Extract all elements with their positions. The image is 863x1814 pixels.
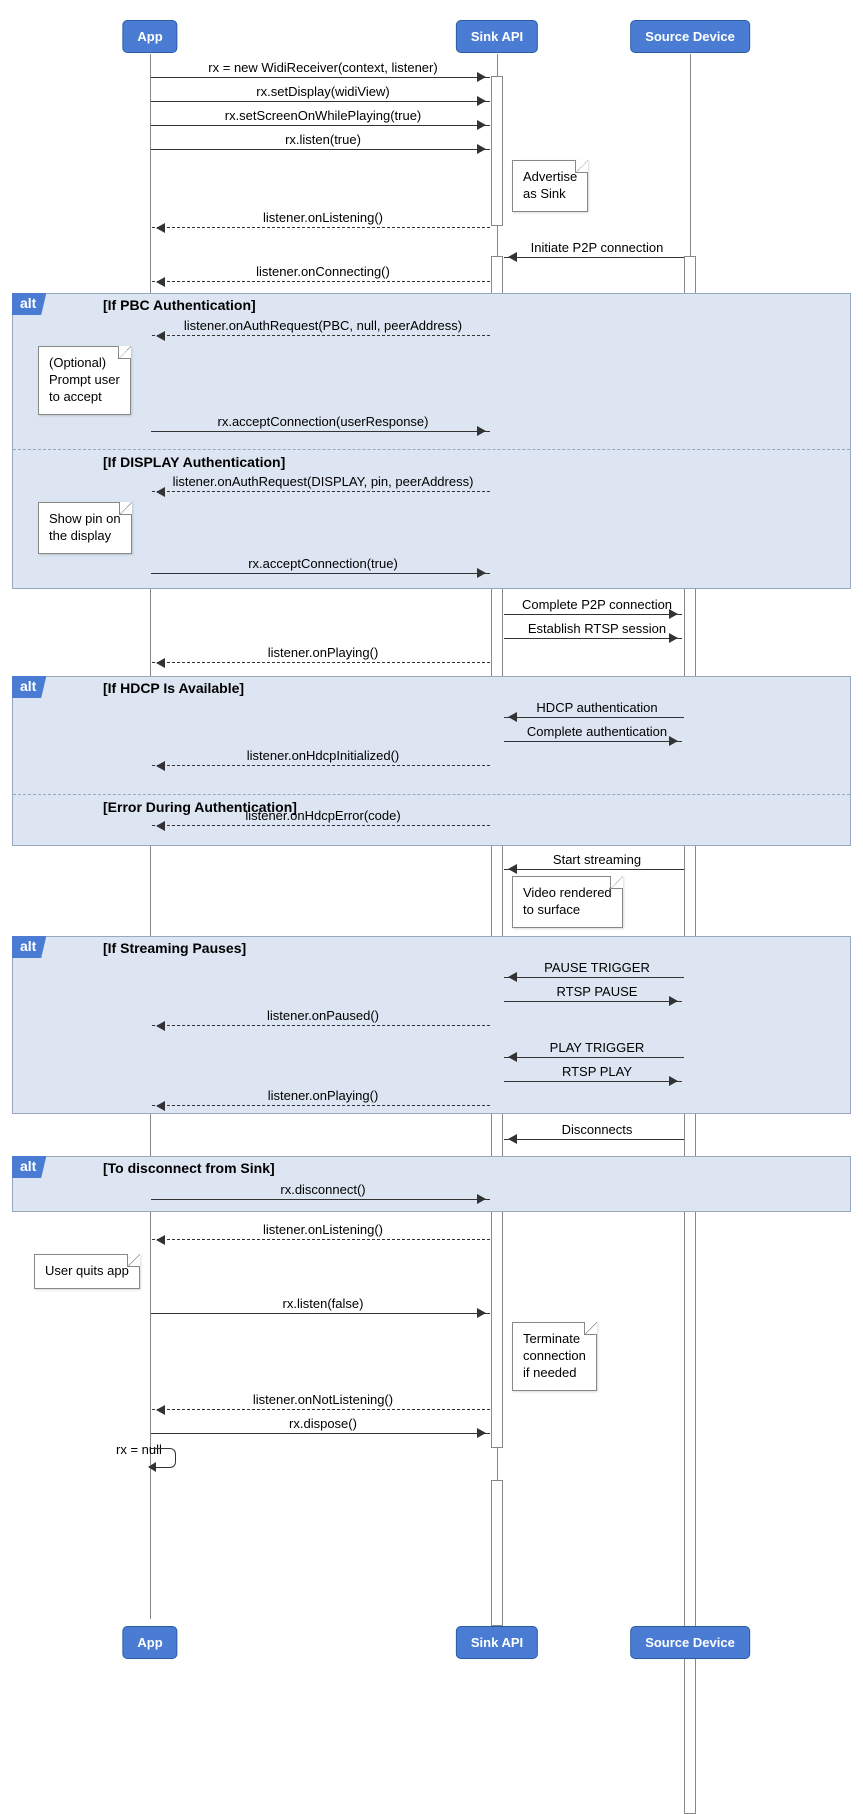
msg: rx.setDisplay(widiView) xyxy=(256,84,389,99)
arrow xyxy=(151,1199,490,1200)
arrow xyxy=(504,741,682,742)
alt-title: [If Streaming Pauses] xyxy=(103,940,246,956)
arrow xyxy=(152,335,490,336)
note-userquits: User quits app xyxy=(34,1254,140,1289)
arrow xyxy=(504,614,682,615)
msg: rx.acceptConnection(userResponse) xyxy=(218,414,429,429)
arrow xyxy=(151,431,490,432)
actor-app-bottom: App xyxy=(122,1626,177,1659)
msg: rx.dispose() xyxy=(289,1416,357,1431)
msg: PLAY TRIGGER xyxy=(550,1040,645,1055)
arrow xyxy=(504,1001,682,1002)
activation-sink-1 xyxy=(491,76,503,226)
note-pin: Show pin onthe display xyxy=(38,502,132,554)
note-terminate: Terminateconnectionif needed xyxy=(512,1322,597,1391)
note-prompt: (Optional)Prompt userto accept xyxy=(38,346,131,415)
alt-title: [To disconnect from Sink] xyxy=(103,1160,275,1176)
actor-source-top: Source Device xyxy=(630,20,750,53)
msg: listener.onConnecting() xyxy=(256,264,390,279)
sequence-diagram: alt [If PBC Authentication] [If DISPLAY … xyxy=(0,0,863,1678)
self-loop-arrow xyxy=(151,1448,176,1468)
arrow xyxy=(152,825,490,826)
arrow xyxy=(151,573,490,574)
msg: RTSP PAUSE xyxy=(557,984,638,999)
note-text: Advertiseas Sink xyxy=(523,169,577,201)
alt-subtitle: [If DISPLAY Authentication] xyxy=(103,454,285,470)
alt-tag: alt xyxy=(12,293,46,315)
alt-tag: alt xyxy=(12,1156,46,1178)
actor-app-top: App xyxy=(122,20,177,53)
msg: listener.onListening() xyxy=(263,1222,383,1237)
msg: Establish RTSP session xyxy=(528,621,666,636)
alt-title: [If HDCP Is Available] xyxy=(103,680,244,696)
arrow xyxy=(152,1409,490,1410)
alt-separator xyxy=(13,449,850,450)
arrow xyxy=(152,1239,490,1240)
msg: rx.setScreenOnWhilePlaying(true) xyxy=(225,108,422,123)
msg: rx.disconnect() xyxy=(280,1182,365,1197)
msg: listener.onListening() xyxy=(263,210,383,225)
actor-sink-top: Sink API xyxy=(456,20,538,53)
msg: listener.onHdcpError(code) xyxy=(245,808,400,823)
arrow xyxy=(152,491,490,492)
alt-tag: alt xyxy=(12,676,46,698)
msg: listener.onPlaying() xyxy=(268,1088,379,1103)
note-text: (Optional)Prompt userto accept xyxy=(49,355,120,404)
alt-separator xyxy=(13,794,850,795)
arrow xyxy=(152,1025,490,1026)
arrow xyxy=(151,1313,490,1314)
msg: listener.onNotListening() xyxy=(253,1392,393,1407)
msg: HDCP authentication xyxy=(536,700,657,715)
msg: Complete P2P connection xyxy=(522,597,672,612)
arrow xyxy=(152,281,490,282)
msg: Disconnects xyxy=(562,1122,633,1137)
arrow xyxy=(151,149,490,150)
msg: listener.onPaused() xyxy=(267,1008,379,1023)
arrow xyxy=(152,662,490,663)
note-advertise: Advertiseas Sink xyxy=(512,160,588,212)
msg: listener.onAuthRequest(DISPLAY, pin, pee… xyxy=(173,474,474,489)
activation-sink-3 xyxy=(491,1480,503,1626)
alt-tag: alt xyxy=(12,936,46,958)
note-text: Video renderedto surface xyxy=(523,885,612,917)
arrow xyxy=(504,257,684,258)
arrow xyxy=(151,125,490,126)
msg: rx.listen(false) xyxy=(283,1296,364,1311)
arrow xyxy=(504,717,684,718)
arrow xyxy=(504,1081,682,1082)
msg: rx.listen(true) xyxy=(285,132,361,147)
arrow xyxy=(151,101,490,102)
arrow xyxy=(504,977,684,978)
msg: RTSP PLAY xyxy=(562,1064,632,1079)
alt-frame-auth: alt [If PBC Authentication] [If DISPLAY … xyxy=(12,293,851,589)
msg: Initiate P2P connection xyxy=(531,240,664,255)
arrow xyxy=(504,1057,684,1058)
arrow xyxy=(504,869,684,870)
arrow xyxy=(152,765,490,766)
note-text: Show pin onthe display xyxy=(49,511,121,543)
note-video: Video renderedto surface xyxy=(512,876,623,928)
alt-frame-hdcp: alt [If HDCP Is Available] [Error During… xyxy=(12,676,851,846)
msg: listener.onAuthRequest(PBC, null, peerAd… xyxy=(184,318,462,333)
note-text: Terminateconnectionif needed xyxy=(523,1331,586,1380)
actor-source-bottom: Source Device xyxy=(630,1626,750,1659)
msg: rx.acceptConnection(true) xyxy=(248,556,398,571)
arrow xyxy=(152,1105,490,1106)
arrow xyxy=(504,638,682,639)
arrow xyxy=(152,227,490,228)
actor-sink-bottom: Sink API xyxy=(456,1626,538,1659)
msg: listener.onHdcpInitialized() xyxy=(247,748,399,763)
arrow xyxy=(151,77,490,78)
arrow xyxy=(504,1139,684,1140)
msg: PAUSE TRIGGER xyxy=(544,960,650,975)
note-text: User quits app xyxy=(45,1263,129,1278)
msg: listener.onPlaying() xyxy=(268,645,379,660)
arrow xyxy=(151,1433,490,1434)
alt-title: [If PBC Authentication] xyxy=(103,297,256,313)
msg: Complete authentication xyxy=(527,724,667,739)
alt-frame-disconnect: alt [To disconnect from Sink] xyxy=(12,1156,851,1212)
msg: Start streaming xyxy=(553,852,641,867)
msg: rx = new WidiReceiver(context, listener) xyxy=(208,60,437,75)
